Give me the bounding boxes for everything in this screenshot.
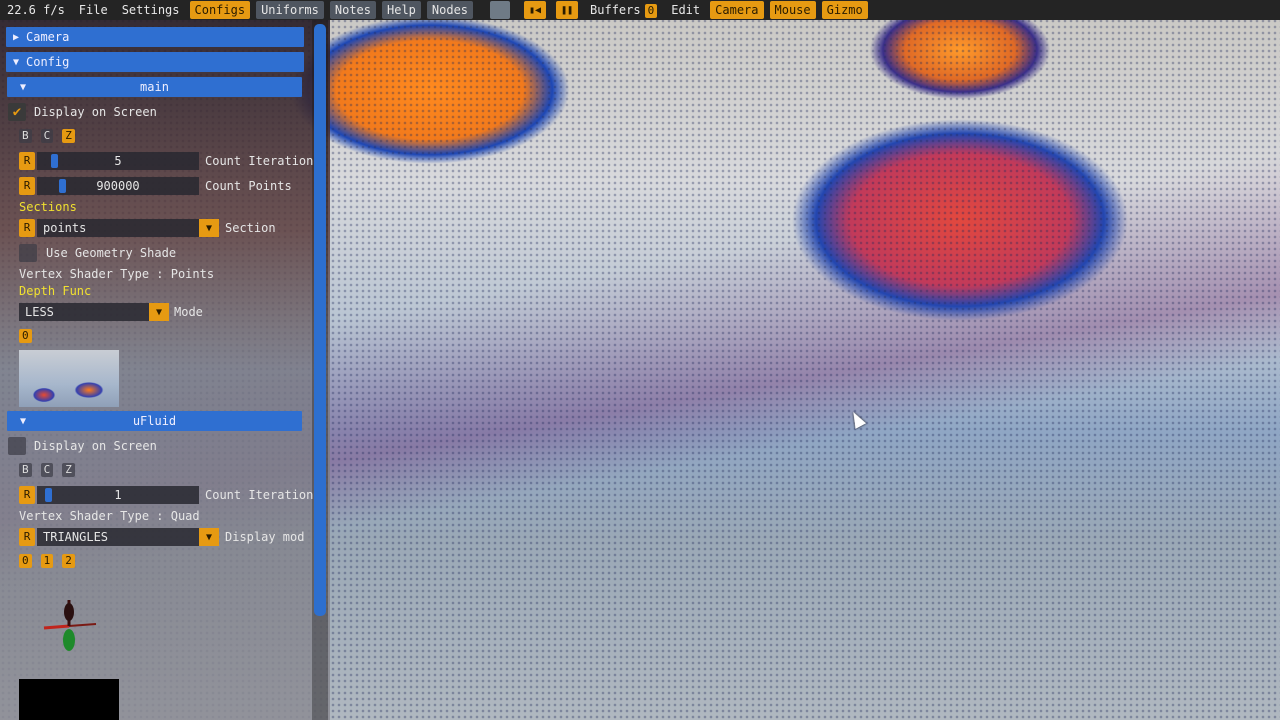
main-c-button[interactable]: C (40, 129, 54, 143)
fps-counter: 22.6 f/s (7, 3, 65, 17)
mouse-button[interactable]: Mouse (769, 1, 816, 19)
chevron-down-icon: ▼ (19, 81, 27, 93)
display-mode-row: R TRIANGLES ▼ Display mod (19, 528, 304, 546)
main-section-header[interactable]: ▼ main (7, 77, 302, 97)
skip-back-icon[interactable]: ▮◀ (524, 1, 547, 19)
main-count-iteration-slider[interactable]: 5 (37, 152, 199, 170)
ufluid-buffer-2-button[interactable]: 2 (62, 554, 75, 568)
section-reset-button[interactable]: R (19, 219, 35, 237)
slider-knob[interactable] (59, 179, 66, 193)
buffers-count-badge[interactable]: 0 (644, 4, 658, 18)
depth-mode-row: LESS ▼ Mode (19, 303, 203, 321)
main-display-label: Display on Screen (34, 105, 157, 119)
main-buffer-preview[interactable] (19, 350, 119, 407)
section-value: points (43, 221, 87, 235)
geometry-shader-row: Use Geometry Shade (19, 244, 176, 262)
ufluid-display-row: Display on Screen (8, 437, 157, 455)
menu-file[interactable]: File (72, 0, 115, 20)
main-bcz-row: B C Z (19, 127, 84, 145)
main-count-iteration-reset-button[interactable]: R (19, 152, 35, 170)
chevron-down-icon[interactable]: ▼ (149, 303, 169, 321)
ufluid-z-button[interactable]: Z (62, 463, 75, 477)
buffers-label: Buffers (590, 3, 641, 17)
ufluid-buffer-1-button[interactable]: 1 (40, 554, 54, 568)
section-label: Section (225, 221, 276, 235)
main-vertex-shader-type: Vertex Shader Type : Points (19, 267, 215, 281)
ufluid-buffer-preview[interactable] (19, 679, 119, 720)
section-select[interactable]: points ▼ (37, 219, 219, 237)
main-buffer-0-button[interactable]: 0 (19, 329, 32, 343)
main-z-button[interactable]: Z (62, 129, 75, 143)
ufluid-c-button[interactable]: C (40, 463, 54, 477)
ufluid-vertex-shader-type: Vertex Shader Type : Quad (19, 509, 200, 523)
config-header-label: Config (26, 55, 70, 69)
pause-icon[interactable]: ❚❚ (556, 1, 579, 19)
main-count-points-reset-button[interactable]: R (19, 177, 35, 195)
menu-edit[interactable]: Edit (664, 0, 707, 20)
main-count-iteration-value: 5 (114, 154, 122, 168)
depth-mode-select[interactable]: LESS ▼ (19, 303, 169, 321)
display-mode-reset-button[interactable]: R (19, 528, 35, 546)
slider-knob[interactable] (45, 488, 52, 502)
gizmo-button[interactable]: Gizmo (821, 1, 868, 19)
color-swatch-button[interactable] (490, 1, 511, 19)
depth-mode-value: LESS (25, 305, 54, 319)
main-count-points-label: Count Points (205, 179, 292, 193)
ufluid-count-iteration-value: 1 (114, 488, 122, 502)
configs-button[interactable]: Configs (189, 1, 251, 19)
main-buffer-row: 0 (19, 327, 41, 345)
camera-header[interactable]: ▶ Camera (6, 27, 304, 47)
notes-button[interactable]: Notes (329, 1, 376, 19)
uniforms-button[interactable]: Uniforms (256, 1, 324, 19)
main-count-iteration-row: R 5 Count Iteration (19, 152, 313, 170)
display-mode-label: Display mod (225, 530, 305, 544)
config-header[interactable]: ▼ Config (6, 52, 304, 72)
main-count-iteration-label: Count Iteration (205, 154, 314, 168)
slider-knob[interactable] (51, 154, 58, 168)
ufluid-buffers-row: 0 1 2 (19, 552, 84, 570)
menu-bar: 22.6 f/s File Settings Configs Uniforms … (0, 0, 1280, 20)
ufluid-display-label: Display on Screen (34, 439, 157, 453)
chevron-down-icon: ▼ (12, 56, 20, 68)
ufluid-buffer-0-button[interactable]: 0 (19, 554, 32, 568)
display-mode-value: TRIANGLES (43, 530, 109, 544)
main-display-checkbox[interactable]: ✔ (8, 103, 26, 121)
menu-settings[interactable]: Settings (115, 0, 187, 20)
main-section-label: main (140, 80, 169, 94)
main-count-points-row: R 900000 Count Points (19, 177, 292, 195)
nodes-button[interactable]: Nodes (426, 1, 474, 19)
depth-func-label: Depth Func (19, 284, 92, 298)
main-display-row: ✔ Display on Screen (8, 103, 157, 121)
depth-mode-label: Mode (174, 305, 203, 319)
geometry-shader-checkbox[interactable] (19, 244, 37, 262)
menu-buffers[interactable]: Buffers 0 (583, 0, 664, 20)
axis-gizmo-icon[interactable] (40, 598, 98, 654)
geometry-shader-label: Use Geometry Shade (46, 246, 177, 260)
chevron-down-icon[interactable]: ▼ (199, 219, 219, 237)
ufluid-section-header[interactable]: ▼ uFluid (7, 411, 302, 431)
help-button[interactable]: Help (382, 1, 421, 19)
display-mode-select[interactable]: TRIANGLES ▼ (37, 528, 219, 546)
panel-scrollbar[interactable] (314, 24, 326, 616)
ufluid-count-iteration-reset-button[interactable]: R (19, 486, 35, 504)
chevron-right-icon: ▶ (12, 31, 20, 43)
chevron-down-icon[interactable]: ▼ (199, 528, 219, 546)
camera-button[interactable]: Camera (710, 1, 764, 19)
ufluid-count-iteration-slider[interactable]: 1 (37, 486, 199, 504)
ufluid-count-iteration-label: Count Iteration (205, 488, 314, 502)
ufluid-b-button[interactable]: B (19, 463, 32, 477)
section-row: R points ▼ Section (19, 219, 276, 237)
main-count-points-slider[interactable]: 900000 (37, 177, 199, 195)
chevron-down-icon: ▼ (19, 415, 27, 427)
camera-header-label: Camera (26, 30, 70, 44)
sections-label: Sections (19, 200, 77, 214)
main-b-button[interactable]: B (19, 129, 32, 143)
ufluid-count-iteration-row: R 1 Count Iteration (19, 486, 313, 504)
ufluid-section-label: uFluid (132, 414, 177, 428)
main-count-points-value: 900000 (96, 179, 140, 193)
ufluid-bcz-row: B C Z (19, 461, 84, 479)
ufluid-display-checkbox[interactable] (8, 437, 26, 455)
